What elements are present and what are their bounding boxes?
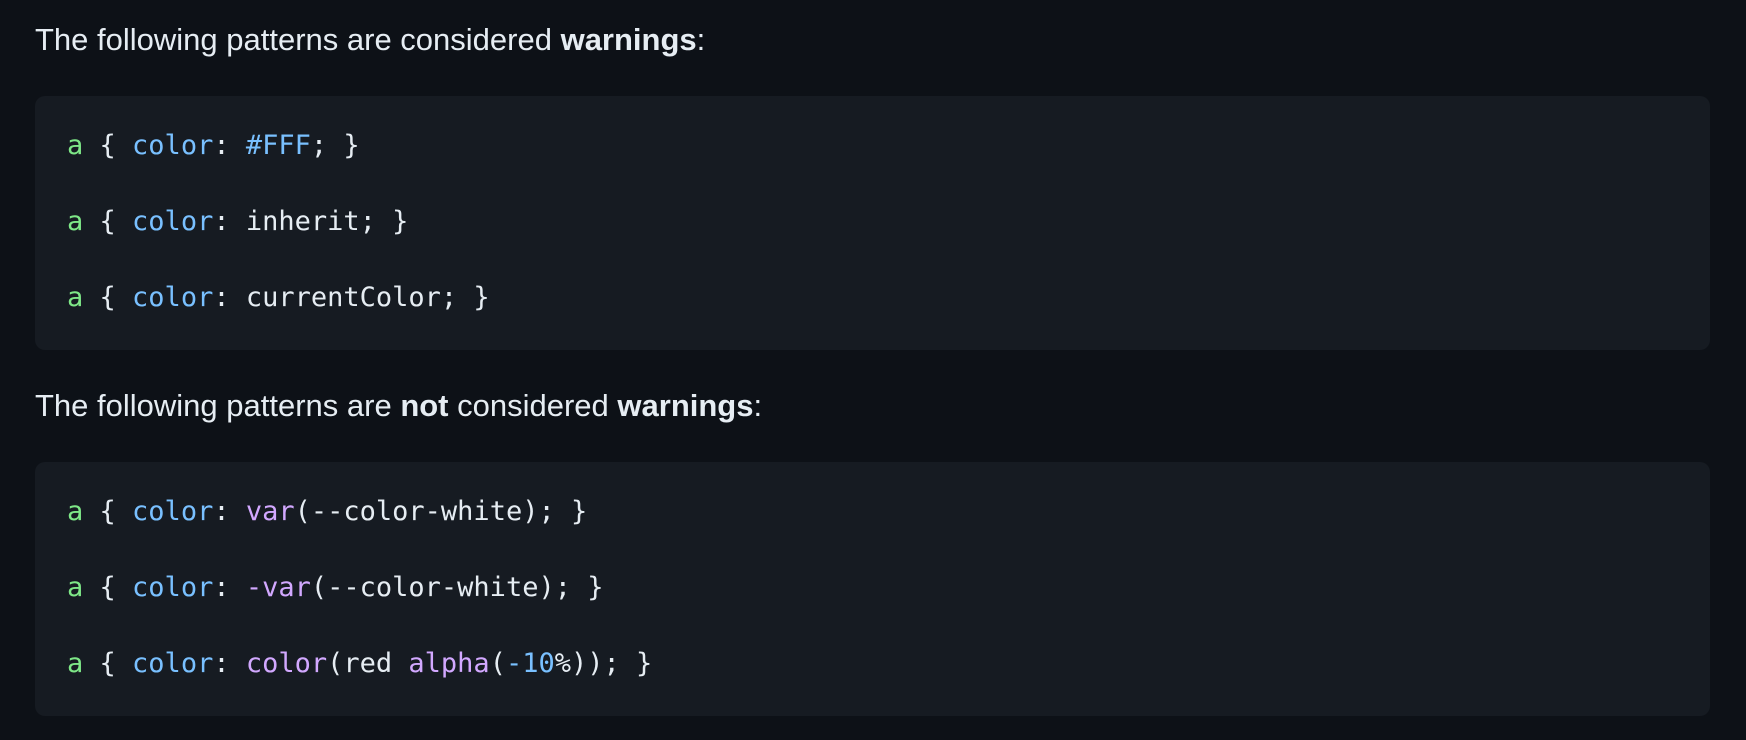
code-punctuation: :: [213, 496, 246, 527]
code-line: a { color: color(red alpha(-10%)); }: [67, 646, 652, 682]
code-arguments: (--color-white): [294, 496, 539, 527]
code-function: -var: [245, 572, 311, 603]
code-function: color: [245, 648, 328, 679]
code-value: currentColor: [245, 282, 441, 313]
not-warnings-heading-middle: considered: [448, 388, 618, 423]
code-value: #FFF: [245, 130, 311, 161]
code-selector: a: [67, 282, 84, 313]
code-punctuation: ; }: [310, 130, 360, 161]
not-warnings-heading-prefix: The following patterns are: [35, 388, 401, 423]
not-warnings-code-block: a { color: var(--color-white); } a { col…: [35, 462, 1710, 716]
code-line: a { color: currentColor; }: [67, 280, 490, 316]
code-punctuation: :: [213, 648, 246, 679]
code-property: color: [132, 206, 214, 237]
code-punctuation: :: [213, 572, 246, 603]
code-property: color: [132, 648, 214, 679]
code-punctuation: {: [83, 572, 133, 603]
code-number: -10: [505, 648, 555, 679]
code-punctuation: )): [571, 648, 604, 679]
code-selector: a: [67, 572, 84, 603]
code-punctuation: {: [83, 206, 133, 237]
code-punctuation: {: [83, 282, 133, 313]
code-selector: a: [67, 206, 84, 237]
code-punctuation: :: [213, 282, 246, 313]
warnings-heading-prefix: The following patterns are considered: [35, 22, 561, 57]
code-punctuation: ; }: [538, 496, 588, 527]
code-punctuation: (: [489, 648, 506, 679]
code-line: a { color: inherit; }: [67, 204, 408, 240]
code-property: color: [132, 496, 214, 527]
code-punctuation: {: [83, 648, 133, 679]
not-warnings-heading: The following patterns are not considere…: [35, 386, 762, 426]
warnings-heading: The following patterns are considered wa…: [35, 20, 705, 60]
not-warnings-heading-bold-not: not: [400, 388, 449, 423]
code-property: color: [132, 282, 214, 313]
code-value: inherit: [245, 206, 360, 237]
not-warnings-heading-suffix: :: [753, 388, 763, 423]
code-punctuation: ; }: [554, 572, 604, 603]
warnings-code-block: a { color: #FFF; } a { color: inherit; }…: [35, 96, 1710, 350]
code-selector: a: [67, 496, 84, 527]
warnings-heading-bold: warnings: [560, 22, 697, 57]
code-punctuation: :: [213, 206, 246, 237]
code-property: color: [132, 572, 214, 603]
code-line: a { color: -var(--color-white); }: [67, 570, 604, 606]
code-punctuation: ; }: [440, 282, 490, 313]
code-arguments: (red: [327, 648, 409, 679]
code-line: a { color: #FFF; }: [67, 128, 360, 164]
not-warnings-heading-bold-warnings: warnings: [617, 388, 754, 423]
code-selector: a: [67, 130, 84, 161]
code-punctuation: ; }: [603, 648, 653, 679]
code-punctuation: :: [213, 130, 246, 161]
code-selector: a: [67, 648, 84, 679]
code-unit: %: [554, 648, 571, 679]
code-function: var: [245, 496, 295, 527]
code-punctuation: {: [83, 130, 133, 161]
code-line: a { color: var(--color-white); }: [67, 494, 587, 530]
warnings-heading-suffix: :: [696, 22, 706, 57]
code-punctuation: ; }: [359, 206, 409, 237]
code-property: color: [132, 130, 214, 161]
code-arguments: (--color-white): [310, 572, 555, 603]
code-function-inner: alpha: [408, 648, 490, 679]
code-punctuation: {: [83, 496, 133, 527]
